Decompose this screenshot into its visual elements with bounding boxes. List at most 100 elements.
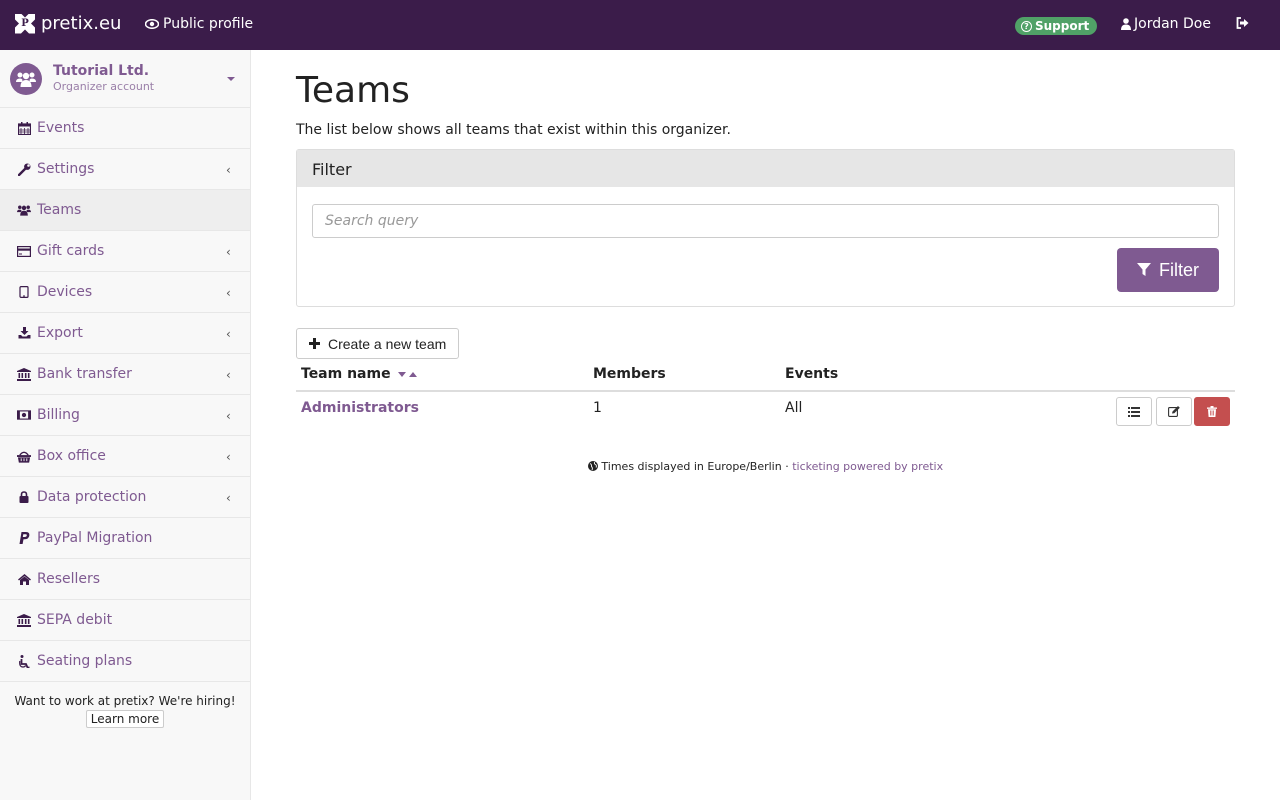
sidebar-item-gift-cards[interactable]: Gift cards ‹ <box>0 231 250 272</box>
sidebar: Tutorial Ltd. Organizer account Events S… <box>0 50 251 800</box>
learn-more-button[interactable]: Learn more <box>85 710 165 728</box>
sidebar-item-resellers[interactable]: Resellers <box>0 559 250 600</box>
hiring-notice: Want to work at pretix? We're hiring! Le… <box>0 682 250 728</box>
users-icon <box>17 203 31 217</box>
caret-down-icon <box>227 77 235 81</box>
organizer-subtitle: Organizer account <box>53 80 155 93</box>
sidebar-item-devices[interactable]: Devices ‹ <box>0 272 250 313</box>
column-header-members: Members <box>593 366 666 382</box>
top-navbar: P pretix.eu Public profile ? Support Jor… <box>0 0 1280 50</box>
support-button[interactable]: ? Support <box>1015 17 1098 35</box>
money-icon <box>17 408 31 422</box>
team-edit-button[interactable] <box>1156 397 1192 426</box>
powered-by-link[interactable]: ticketing powered by pretix <box>792 460 943 473</box>
main-content: Teams The list below shows all teams tha… <box>296 50 1235 473</box>
filter-button[interactable]: Filter <box>1117 248 1219 292</box>
table-row: Administrators 1 All <box>296 392 1235 432</box>
logout-button[interactable] <box>1236 17 1249 33</box>
timezone-text: Times displayed in Europe/Berlin <box>601 460 782 473</box>
eye-icon <box>145 19 159 29</box>
hiring-text: Want to work at pretix? We're hiring! <box>14 694 236 708</box>
organizer-name: Tutorial Ltd. <box>53 63 150 79</box>
sort-controls <box>398 371 418 377</box>
team-details-button[interactable] <box>1116 397 1152 426</box>
user-menu-link[interactable]: Jordan Doe <box>1121 16 1211 32</box>
sidebar-item-settings[interactable]: Settings ‹ <box>0 149 250 190</box>
wheelchair-icon <box>17 654 31 668</box>
tablet-icon <box>17 285 31 299</box>
organizer-avatar <box>10 63 42 95</box>
teams-table: Team name Members Events Administrators … <box>296 366 1235 432</box>
sidebar-item-teams[interactable]: Teams <box>0 190 250 231</box>
sidebar-item-label: Settings <box>37 161 95 177</box>
team-events: All <box>785 400 803 416</box>
sidebar-item-label: Events <box>37 120 85 136</box>
create-team-button[interactable]: Create a new team <box>296 328 460 359</box>
download-icon <box>17 326 31 340</box>
public-profile-label: Public profile <box>163 16 254 32</box>
bank-icon <box>17 613 31 627</box>
search-input[interactable] <box>312 204 1219 238</box>
sidebar-item-label: Billing <box>37 407 80 423</box>
sidebar-item-label: SEPA debit <box>37 612 113 628</box>
chevron-left-icon: ‹ <box>226 327 231 341</box>
chevron-left-icon: ‹ <box>226 368 231 382</box>
table-header: Team name Members Events <box>296 366 1235 392</box>
chevron-left-icon: ‹ <box>226 491 231 505</box>
sidebar-item-label: PayPal Migration <box>37 530 153 546</box>
sort-desc-icon[interactable] <box>398 371 407 377</box>
sidebar-item-box-office[interactable]: Box office ‹ <box>0 436 250 477</box>
chevron-left-icon: ‹ <box>226 409 231 423</box>
paypal-icon <box>17 531 31 545</box>
sidebar-item-events[interactable]: Events <box>0 108 250 149</box>
column-header-label: Team name <box>301 366 391 382</box>
list-icon <box>1128 406 1140 417</box>
sort-asc-icon[interactable] <box>409 371 418 377</box>
column-header-team-name: Team name <box>301 366 418 382</box>
support-label: Support <box>1035 19 1090 33</box>
user-name: Jordan Doe <box>1134 16 1211 32</box>
page-description: The list below shows all teams that exis… <box>296 122 731 138</box>
sidebar-item-bank-transfer[interactable]: Bank transfer ‹ <box>0 354 250 395</box>
organizer-switcher[interactable]: Tutorial Ltd. Organizer account <box>0 50 250 108</box>
sidebar-item-label: Devices <box>37 284 93 300</box>
chevron-left-icon: ‹ <box>226 245 231 259</box>
users-icon <box>16 72 36 87</box>
team-delete-button[interactable] <box>1194 397 1230 426</box>
sidebar-item-label: Teams <box>37 202 82 218</box>
page-footer: Times displayed in Europe/Berlin · ticke… <box>296 460 1235 473</box>
credit-card-icon <box>17 244 31 258</box>
public-profile-link[interactable]: Public profile <box>145 16 253 32</box>
lock-icon <box>17 490 31 504</box>
sidebar-item-label: Bank transfer <box>37 366 132 382</box>
sign-out-icon <box>1236 17 1249 29</box>
team-members-count: 1 <box>593 400 602 416</box>
sidebar-item-label: Data protection <box>37 489 147 505</box>
chevron-left-icon: ‹ <box>226 163 231 177</box>
brand-name: pretix.eu <box>41 13 122 34</box>
create-team-label: Create a new team <box>328 335 447 352</box>
brand-link[interactable]: P pretix.eu <box>15 13 121 34</box>
sidebar-item-export[interactable]: Export ‹ <box>0 313 250 354</box>
sidebar-item-label: Export <box>37 325 83 341</box>
calendar-icon <box>17 121 31 135</box>
plus-icon <box>309 338 320 349</box>
basket-icon <box>17 449 31 463</box>
team-name-link[interactable]: Administrators <box>301 400 419 416</box>
sidebar-item-paypal-migration[interactable]: PayPal Migration <box>0 518 250 559</box>
sidebar-item-label: Gift cards <box>37 243 105 259</box>
globe-icon <box>587 461 598 471</box>
filter-button-label: Filter <box>1159 259 1199 280</box>
sidebar-item-label: Box office <box>37 448 106 464</box>
trash-icon <box>1207 406 1217 417</box>
column-header-events: Events <box>785 366 839 382</box>
sidebar-item-label: Resellers <box>37 571 101 587</box>
sidebar-item-seating-plans[interactable]: Seating plans <box>0 641 250 682</box>
chevron-left-icon: ‹ <box>226 450 231 464</box>
sidebar-item-sepa-debit[interactable]: SEPA debit <box>0 600 250 641</box>
sidebar-item-data-protection[interactable]: Data protection ‹ <box>0 477 250 518</box>
user-icon <box>1121 18 1131 30</box>
home-icon <box>17 572 31 586</box>
sidebar-item-billing[interactable]: Billing ‹ <box>0 395 250 436</box>
wrench-icon <box>17 162 31 176</box>
